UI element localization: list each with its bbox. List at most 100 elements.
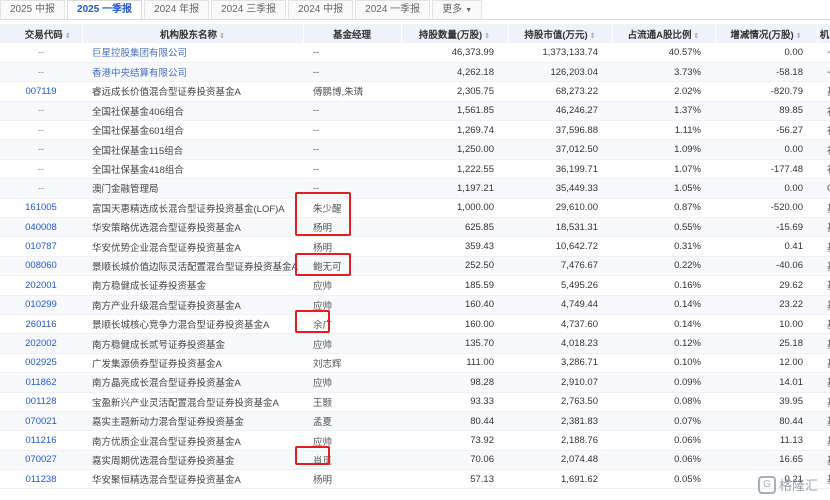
col-market-value-header[interactable]: 持股市值(万元) ⇕ [508, 24, 613, 43]
sort-icon[interactable]: ⇕ [219, 33, 225, 40]
table-row[interactable]: 002925 广发集源债券型证券投资基金A 刘志辉 111.00 3,286.71 0.1… [0, 353, 830, 374]
table-row[interactable]: 001128 宝盈新兴产业灵活配置混合型证券投资基金A 王颢 93.33 2,763.5… [0, 392, 830, 412]
cell-name[interactable]: 南方晶亮成长混合型证券投资基金A [82, 372, 303, 393]
table-row[interactable]: 010299 南方产业升级混合型证券投资基金A 应帅 160.40 4,749.44 0.… [0, 295, 830, 315]
table-row[interactable]: 161005 富国天惠精选成长混合型证券投资基金(LOF)A 朱少醒 1,000.00… [0, 198, 830, 219]
sort-icon[interactable]: ⇕ [796, 33, 802, 40]
cell-name[interactable]: 华安优势企业混合型证券投资基金A [82, 236, 303, 257]
table-row[interactable]: 202002 南方稳健成长贰号证券投资基金 应帅 135.70 4,018.23 0.12… [0, 333, 830, 354]
table-row[interactable]: -- 巨星控股集团有限公司 -- 46,373.99 1,373,133.74 40.57… [0, 43, 830, 63]
cell-code[interactable]: 070027 [0, 450, 82, 471]
cell-name[interactable]: 睿远成长价值混合型证券投资基金A [82, 81, 303, 102]
cell-value: 2,381.83 [508, 411, 612, 432]
cell-name[interactable]: 华安策略优选混合型证券投资基金A [82, 217, 303, 238]
sort-icon[interactable]: ⇕ [65, 33, 71, 40]
table-row[interactable]: -- 香港中央结算有限公司 -- 4,262.18 126,203.04 3.73% -58… [0, 62, 830, 83]
cell-name[interactable]: 宝盈新兴产业灵活配置混合型证券投资基金A [82, 392, 303, 412]
col-holder-name-header[interactable]: 机构股东名称 ⇕ [82, 24, 304, 43]
col-type-header[interactable]: 机 [817, 24, 830, 43]
cell-name[interactable]: 全国社保基金406组合 [82, 101, 303, 122]
cell-shares: 185.59 [401, 275, 508, 296]
table-row[interactable]: 260116 景顺长城核心竞争力混合型证券投资基金A 余广 160.00 4,737.6… [0, 314, 830, 335]
col-float-ratio-header[interactable]: 占流通A股比例 ⇕ [612, 24, 716, 43]
cell-name[interactable]: 香港中央结算有限公司 [82, 62, 303, 83]
cell-code[interactable]: 260116 [0, 314, 82, 335]
cell-name[interactable]: 全国社保基金115组合 [82, 139, 303, 160]
cell-code[interactable]: 040008 [0, 217, 82, 238]
table-row[interactable]: -- 全国社保基金115组合 -- 1,250.00 37,012.50 1.09% 0.0… [0, 139, 830, 160]
cell-code[interactable]: 011862 [0, 372, 82, 393]
cell-tail: 基 [817, 430, 830, 451]
cell-name[interactable]: 南方稳健成长贰号证券投资基金 [82, 333, 303, 354]
table-row[interactable]: -- 全国社保基金418组合 -- 1,222.55 36,199.71 1.07% -17… [0, 159, 830, 180]
table-row[interactable]: 202001 南方稳健成长证券投资基金 应帅 185.59 5,495.26 0.16% 2… [0, 275, 830, 296]
table-row[interactable]: 070021 嘉实主题新动力混合型证券投资基金 孟夏 80.44 2,381.83 0.0… [0, 411, 830, 432]
cell-code[interactable]: 011238 [0, 469, 82, 490]
table-row[interactable]: 040008 华安策略优选混合型证券投资基金A 杨明 625.85 18,531.31 0… [0, 217, 830, 238]
cell-value: 1,373,133.74 [508, 43, 612, 63]
tab-period-2[interactable]: 2024 年报 [144, 0, 210, 19]
cell-code[interactable]: 011216 [0, 430, 82, 451]
table-row[interactable]: 011238 华安聚恒精选混合型证券投资基金A 杨明 57.13 1,691.62 0.0… [0, 469, 830, 490]
tab-period-3[interactable]: 2024 三季报 [211, 0, 287, 19]
tab-period-0[interactable]: 2025 中报 [0, 0, 66, 19]
cell-code[interactable]: 202002 [0, 333, 82, 354]
table-row[interactable]: -- 全国社保基金601组合 -- 1,269.74 37,596.88 1.11% -56… [0, 120, 830, 141]
sort-icon[interactable]: ⇕ [694, 33, 700, 40]
cell-manager: 刘志辉 [303, 353, 401, 374]
table-row[interactable]: 011862 南方晶亮成长混合型证券投资基金A 应帅 98.28 2,910.07 0.0… [0, 372, 830, 393]
sort-icon[interactable]: ⇕ [484, 33, 490, 40]
cell-tail: 基 [817, 217, 830, 238]
cell-name[interactable]: 华安聚恒精选混合型证券投资基金A [82, 469, 303, 490]
table-row[interactable]: -- 全国社保基金406组合 -- 1,561.85 46,246.27 1.37% 89.… [0, 101, 830, 122]
cell-code[interactable]: 070021 [0, 411, 82, 432]
cell-ratio: 0.06% [612, 430, 715, 451]
cell-code[interactable]: 161005 [0, 198, 82, 219]
shareholder-table: 交易代码 ⇕ 机构股东名称 ⇕ 基金经理 持股数量(万股) ⇕ 持股市值(万元) ⇕ 占流通A股比… [0, 24, 830, 490]
cell-shares: 93.33 [401, 392, 508, 412]
cell-code[interactable]: 202001 [0, 275, 82, 296]
col-shares-header[interactable]: 持股数量(万股) ⇕ [401, 24, 509, 43]
cell-ratio: 0.10% [612, 353, 715, 374]
cell-name[interactable]: 全国社保基金601组合 [82, 120, 303, 141]
cell-name[interactable]: 巨星控股集团有限公司 [82, 43, 303, 63]
cell-code[interactable]: 001128 [0, 392, 82, 412]
cell-name[interactable]: 广发集源债券型证券投资基金A [82, 353, 303, 374]
table-row[interactable]: 011216 南方优质企业混合型证券投资基金A 应帅 73.92 2,188.76 0.0… [0, 430, 830, 451]
table-row[interactable]: 010787 华安优势企业混合型证券投资基金A 杨明 359.43 10,642.72 0… [0, 236, 830, 257]
tab-label: 2024 一季报 [365, 4, 421, 15]
cell-name[interactable]: 景顺长城价值边际灵活配置混合型证券投资基金A [82, 256, 303, 277]
cell-name[interactable]: 南方产业升级混合型证券投资基金A [82, 295, 303, 315]
table-row[interactable]: 007119 睿远成长价值混合型证券投资基金A 傅鹏博,朱璘 2,305.75 68,2… [0, 81, 830, 102]
cell-value: 4,749.44 [508, 295, 612, 315]
cell-name[interactable]: 嘉实主题新动力混合型证券投资基金 [82, 411, 303, 432]
header-label: 增减情况(万股) [730, 29, 794, 41]
cell-code[interactable]: 010299 [0, 295, 82, 315]
sort-icon[interactable]: ⇕ [590, 33, 596, 40]
table-row[interactable]: 008060 景顺长城价值边际灵活配置混合型证券投资基金A 鲍无可 252.50 7,4… [0, 256, 830, 277]
col-trade-code-header[interactable]: 交易代码 ⇕ [0, 24, 83, 43]
cell-change: 29.62 [715, 275, 817, 296]
cell-name[interactable]: 澳门金融管理局 [82, 178, 303, 199]
tab-period-1[interactable]: 2025 一季报 [67, 0, 143, 19]
cell-name[interactable]: 景顺长城核心竞争力混合型证券投资基金A [82, 314, 303, 335]
cell-name[interactable]: 嘉实周期优选混合型证券投资基金 [82, 450, 303, 471]
cell-name[interactable]: 富国天惠精选成长混合型证券投资基金(LOF)A [82, 198, 303, 219]
cell-code[interactable]: 010787 [0, 236, 82, 257]
cell-code[interactable]: 007119 [0, 81, 82, 102]
cell-code[interactable]: 002925 [0, 353, 82, 374]
cell-tail: 基 [817, 469, 830, 490]
cell-code[interactable]: 008060 [0, 256, 82, 277]
col-change-header[interactable]: 增减情况(万股) ⇕ [715, 24, 818, 43]
col-fund-manager-header[interactable]: 基金经理 [303, 24, 402, 43]
table-row[interactable]: 070027 嘉实周期优选混合型证券投资基金 肖觅 70.06 2,074.48 0.06… [0, 450, 830, 471]
cell-name[interactable]: 南方稳健成长证券投资基金 [82, 275, 303, 296]
tab-period-5[interactable]: 2024 一季报 [355, 0, 431, 19]
table-row[interactable]: --澳门金融管理局--1,197.2135,449.331.05%0.00QI [0, 178, 830, 199]
tab-period-6[interactable]: 更多 ▼ [432, 0, 483, 19]
tab-period-4[interactable]: 2024 中报 [288, 0, 354, 19]
cell-shares: 80.44 [401, 411, 508, 432]
cell-name[interactable]: 全国社保基金418组合 [82, 159, 303, 180]
cell-tail: 社 [817, 159, 830, 180]
cell-name[interactable]: 南方优质企业混合型证券投资基金A [82, 430, 303, 451]
